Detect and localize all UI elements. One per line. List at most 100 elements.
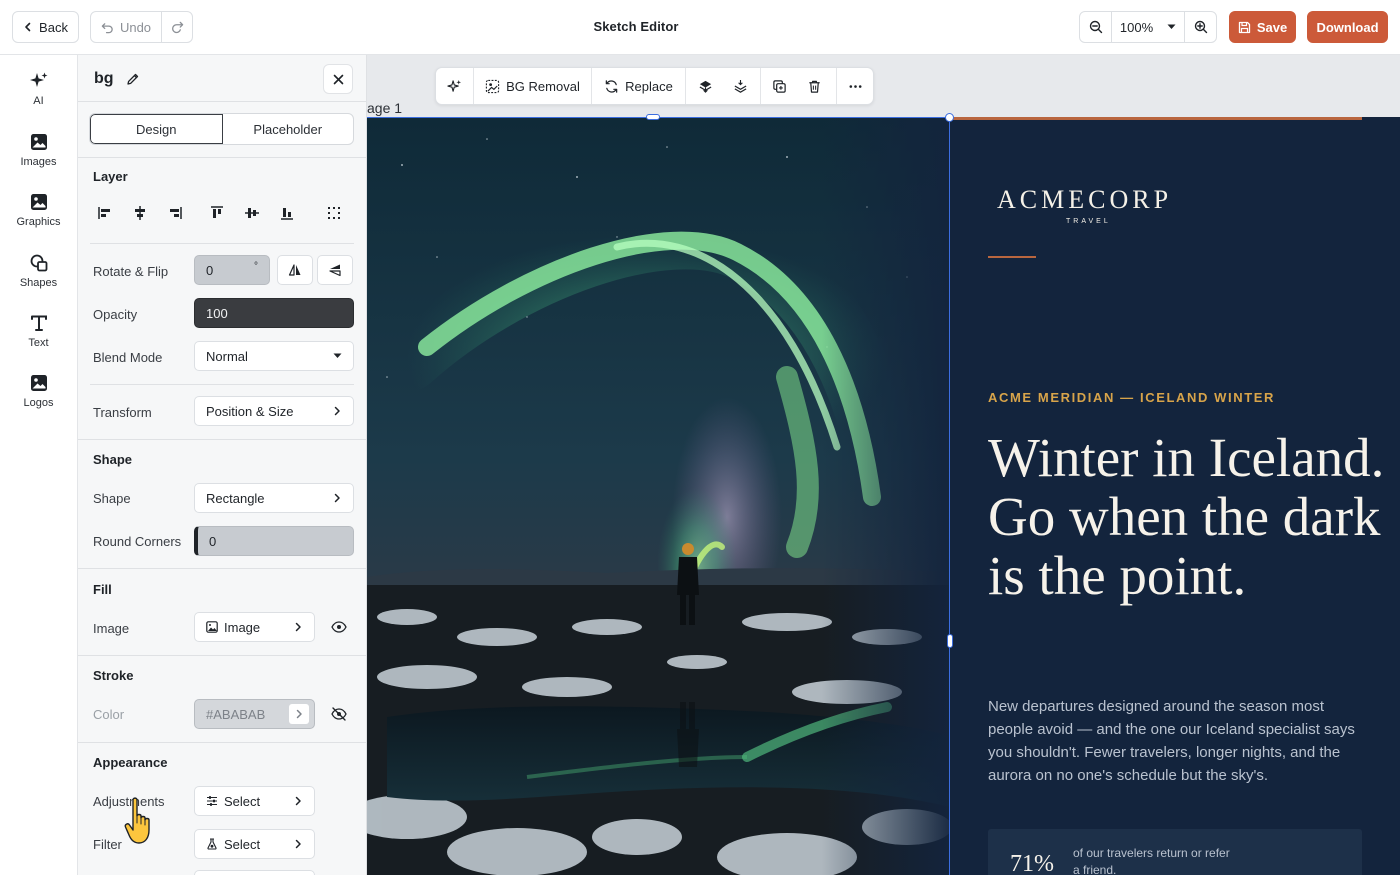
more-options-button[interactable] xyxy=(837,68,874,104)
close-panel-button[interactable] xyxy=(323,64,353,94)
save-icon xyxy=(1238,21,1250,33)
stroke-color-open[interactable] xyxy=(289,704,309,724)
zoom-value: 100% xyxy=(1119,19,1154,35)
flip-horizontal-button[interactable] xyxy=(277,255,313,285)
accent-rule[interactable] xyxy=(988,256,1036,258)
send-backward-icon xyxy=(734,79,746,93)
opacity-slider[interactable]: 100 xyxy=(194,298,354,328)
graphic-icon xyxy=(30,194,47,210)
align-left-icon[interactable] xyxy=(97,205,113,221)
transform-label: Transform xyxy=(93,405,152,420)
stroke-color-label: Color xyxy=(93,707,125,722)
resize-handle-top[interactable] xyxy=(646,114,660,120)
zoom-select[interactable]: 100% xyxy=(1111,12,1185,42)
page-label: age 1 xyxy=(367,100,403,116)
adjustments-value: Select xyxy=(224,793,261,809)
blend-mode-select[interactable]: Normal xyxy=(194,341,354,371)
replace-label: Replace xyxy=(625,78,673,94)
rail-item-logos[interactable]: Logos xyxy=(0,373,77,427)
zoom-in-icon xyxy=(1194,20,1207,34)
rail-item-text[interactable]: Text xyxy=(0,313,77,367)
flask-icon xyxy=(207,838,217,850)
divider xyxy=(78,157,366,158)
shape-select[interactable]: Rectangle xyxy=(194,483,354,513)
chevron-right-icon xyxy=(295,622,301,632)
brand-logo-subtitle[interactable]: TRAVEL xyxy=(1066,218,1111,225)
tab-design[interactable]: Design xyxy=(90,114,223,144)
align-right-icon[interactable] xyxy=(167,205,183,221)
rail-item-shapes[interactable]: Shapes xyxy=(0,253,77,307)
chevron-right-icon xyxy=(334,493,340,503)
tab-placeholder[interactable]: Placeholder xyxy=(223,114,354,144)
fill-visibility-toggle[interactable] xyxy=(329,617,349,637)
fill-image-label: Image xyxy=(93,621,130,636)
design-page[interactable]: ACMECORP TRAVEL ACME MERIDIAN — ICELAND … xyxy=(367,113,1400,875)
flip-vertical-button[interactable] xyxy=(317,255,353,285)
chevron-right-icon xyxy=(334,406,340,416)
align-center-h-icon[interactable] xyxy=(132,205,148,221)
transform-value: Position & Size xyxy=(206,403,294,419)
headline-text[interactable]: Winter in Iceland. Go when the dark is t… xyxy=(988,428,1388,605)
stroke-color-input[interactable]: #ABABAB xyxy=(194,699,315,729)
save-button[interactable]: Save xyxy=(1229,11,1296,43)
align-middle-v-icon[interactable] xyxy=(244,205,260,221)
degree-unit: ° xyxy=(254,260,258,272)
canvas-area[interactable]: age 1 ACMECORP TRAVEL ACME MERIDIAN — IC… xyxy=(367,55,1400,875)
download-label: Download xyxy=(1316,19,1379,35)
zoom-in-button[interactable] xyxy=(1185,12,1216,42)
rail-item-ai[interactable]: AI xyxy=(0,71,77,125)
image-icon xyxy=(30,134,47,150)
rail-item-images[interactable]: Images xyxy=(0,132,77,186)
download-button[interactable]: Download xyxy=(1307,11,1388,43)
send-backward-button[interactable] xyxy=(724,68,756,104)
bring-forward-button[interactable] xyxy=(689,68,721,104)
stat-description: of our travelers return or refer a frien… xyxy=(1073,846,1230,875)
opacity-value: 100 xyxy=(206,305,228,321)
ai-edit-button[interactable] xyxy=(436,68,473,104)
alignment-toolbar xyxy=(95,205,350,225)
filter-value: Select xyxy=(224,836,261,852)
rail-item-label: Text xyxy=(28,337,49,349)
rotate-input[interactable]: 0 ° xyxy=(194,255,270,285)
section-title-shape: Shape xyxy=(93,452,133,467)
round-corners-slider[interactable]: 0 xyxy=(194,526,354,556)
layer-name: bg xyxy=(94,70,114,87)
blend-mode-label: Blend Mode xyxy=(93,350,163,365)
resize-handle-corner[interactable] xyxy=(945,113,954,122)
rail-item-graphics[interactable]: Graphics xyxy=(0,192,77,246)
align-top-icon[interactable] xyxy=(209,205,225,221)
more-horizontal-icon xyxy=(849,84,862,88)
stroke-visibility-toggle[interactable] xyxy=(329,704,349,724)
duplicate-button[interactable] xyxy=(763,68,795,104)
fill-image-value: Image xyxy=(224,619,261,635)
section-title-stroke: Stroke xyxy=(93,668,134,683)
adjustments-button[interactable]: Select xyxy=(194,786,315,816)
logo-icon xyxy=(30,375,47,391)
zoom-control: 100% xyxy=(1079,11,1217,43)
next-row-button[interactable] xyxy=(194,870,315,875)
eyebrow-text[interactable]: ACME MERIDIAN — ICELAND WINTER xyxy=(988,390,1275,405)
selection-outline xyxy=(367,117,950,875)
align-bottom-icon[interactable] xyxy=(279,205,295,221)
rotate-label: Rotate & Flip xyxy=(93,264,169,279)
text-icon xyxy=(30,315,47,331)
top-bar: Back Undo Sketch Editor 100% Save Downlo… xyxy=(0,0,1400,55)
rail-item-label: Images xyxy=(20,156,57,168)
section-title-layer: Layer xyxy=(93,169,128,184)
zoom-out-button[interactable] xyxy=(1080,12,1111,42)
replace-button[interactable]: Replace xyxy=(592,68,685,104)
body-text[interactable]: New departures designed around the seaso… xyxy=(988,695,1368,787)
stat-card[interactable]: 71% of our travelers return or refer a f… xyxy=(988,829,1362,875)
brand-logo[interactable]: ACMECORP xyxy=(997,185,1172,215)
bg-removal-button[interactable]: BG Removal xyxy=(474,68,591,104)
transform-button[interactable]: Position & Size xyxy=(194,396,354,426)
divider xyxy=(760,68,761,104)
pencil-icon[interactable] xyxy=(126,72,140,86)
fill-image-button[interactable]: Image xyxy=(194,612,315,642)
resize-handle-right[interactable] xyxy=(947,634,953,648)
close-icon xyxy=(333,74,343,84)
distribute-icon[interactable] xyxy=(326,205,342,221)
delete-button[interactable] xyxy=(798,68,830,104)
flip-vertical-icon xyxy=(329,264,341,277)
filter-button[interactable]: Select xyxy=(194,829,315,859)
